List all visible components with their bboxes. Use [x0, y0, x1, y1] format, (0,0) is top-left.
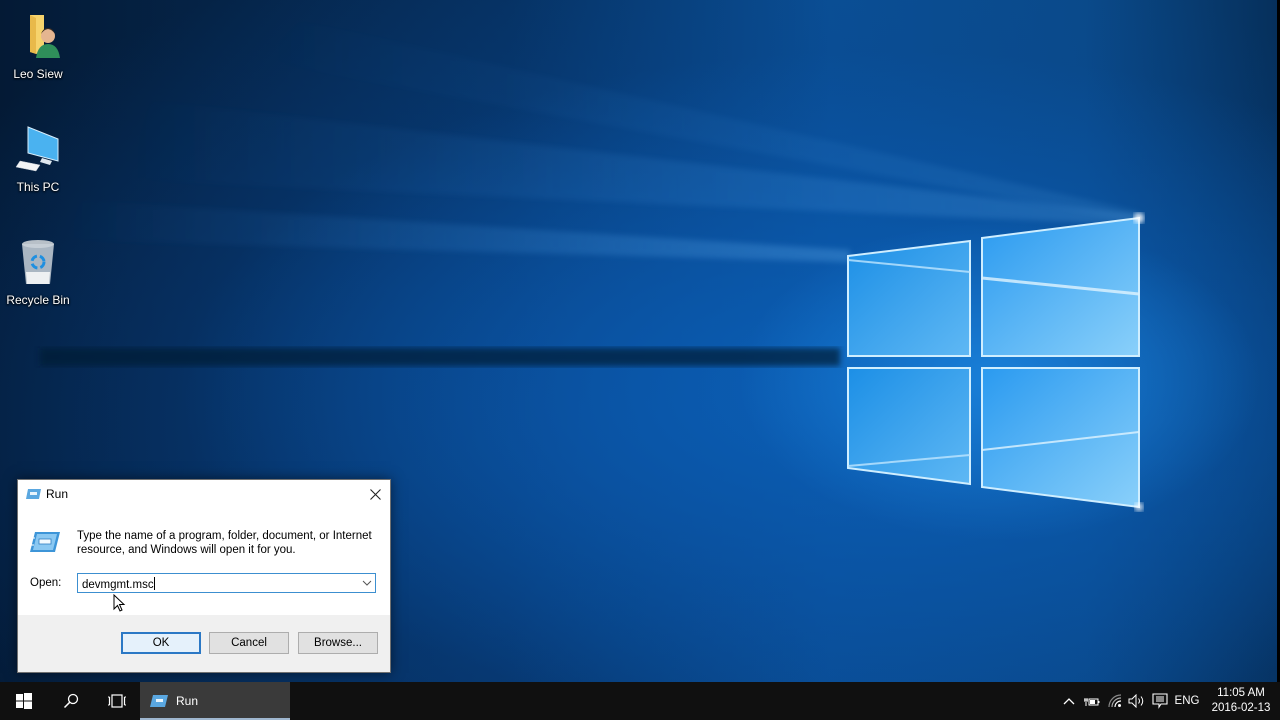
user-folder-icon — [30, 15, 60, 58]
close-icon — [369, 489, 381, 500]
mouse-pointer-icon — [113, 594, 126, 612]
open-label: Open: — [30, 577, 62, 589]
taskbar-app-label: Run — [176, 694, 199, 708]
close-button[interactable] — [360, 480, 390, 509]
desktop-icon-user-folder[interactable]: Leo Siew — [0, 12, 76, 81]
notifications-icon — [1152, 693, 1168, 709]
window-title: Run — [46, 487, 69, 501]
desktop-icon-label: Recycle Bin — [6, 293, 70, 307]
taskbar-app-run[interactable]: Run — [140, 682, 290, 720]
computer-icon — [15, 126, 59, 172]
speaker-icon — [1128, 694, 1144, 708]
browse-button[interactable]: Browse... — [298, 632, 378, 654]
search-button[interactable] — [48, 682, 94, 720]
network-tray-button[interactable] — [1106, 682, 1124, 720]
run-dialog: Run Type the name of a program, folder, … — [17, 479, 391, 673]
battery-tray-button[interactable] — [1083, 682, 1101, 720]
clock-date: 2016-02-13 — [1211, 702, 1271, 714]
clock-time: 11:05 AM — [1217, 687, 1265, 699]
ok-button[interactable]: OK — [121, 632, 201, 654]
run-app-icon — [150, 695, 168, 707]
open-input[interactable]: devmgmt.msc — [77, 573, 376, 593]
task-view-button[interactable] — [94, 682, 140, 720]
open-input-value: devmgmt.msc — [82, 579, 154, 591]
windows-start-icon — [16, 693, 32, 709]
clock-button[interactable]: 11:05 AM 2016-02-13 — [1206, 682, 1276, 720]
taskbar: Run ENG 11:05 AM 2016-02-13 — [0, 682, 1280, 720]
recycle-bin-icon — [22, 240, 54, 284]
run-description: Type the name of a program, folder, docu… — [77, 530, 372, 556]
desktop-icon-recycle-bin[interactable]: Recycle Bin — [0, 238, 76, 307]
desktop-icon-label: This PC — [16, 180, 60, 194]
show-hidden-icons-button[interactable] — [1060, 682, 1078, 720]
wifi-icon — [1108, 694, 1122, 708]
run-dialog-titlebar[interactable]: Run — [18, 480, 390, 509]
volume-tray-button[interactable] — [1127, 682, 1147, 720]
action-center-button[interactable] — [1150, 682, 1170, 720]
chevron-up-icon — [1063, 698, 1075, 705]
run-app-icon — [26, 489, 41, 499]
battery-charging-icon — [1084, 698, 1100, 706]
chevron-down-icon[interactable] — [362, 578, 372, 588]
run-program-icon — [30, 532, 60, 552]
cancel-button[interactable]: Cancel — [209, 632, 289, 654]
search-icon — [63, 693, 79, 709]
start-button[interactable] — [0, 682, 48, 720]
task-view-icon — [108, 694, 126, 708]
desktop-icon-this-pc[interactable]: This PC — [0, 125, 76, 194]
text-caret — [153, 577, 155, 590]
desktop-icon-label: Leo Siew — [13, 67, 63, 81]
dialog-button-bar: OK Cancel Browse... — [18, 615, 390, 672]
input-language-button[interactable]: ENG — [1172, 682, 1202, 720]
